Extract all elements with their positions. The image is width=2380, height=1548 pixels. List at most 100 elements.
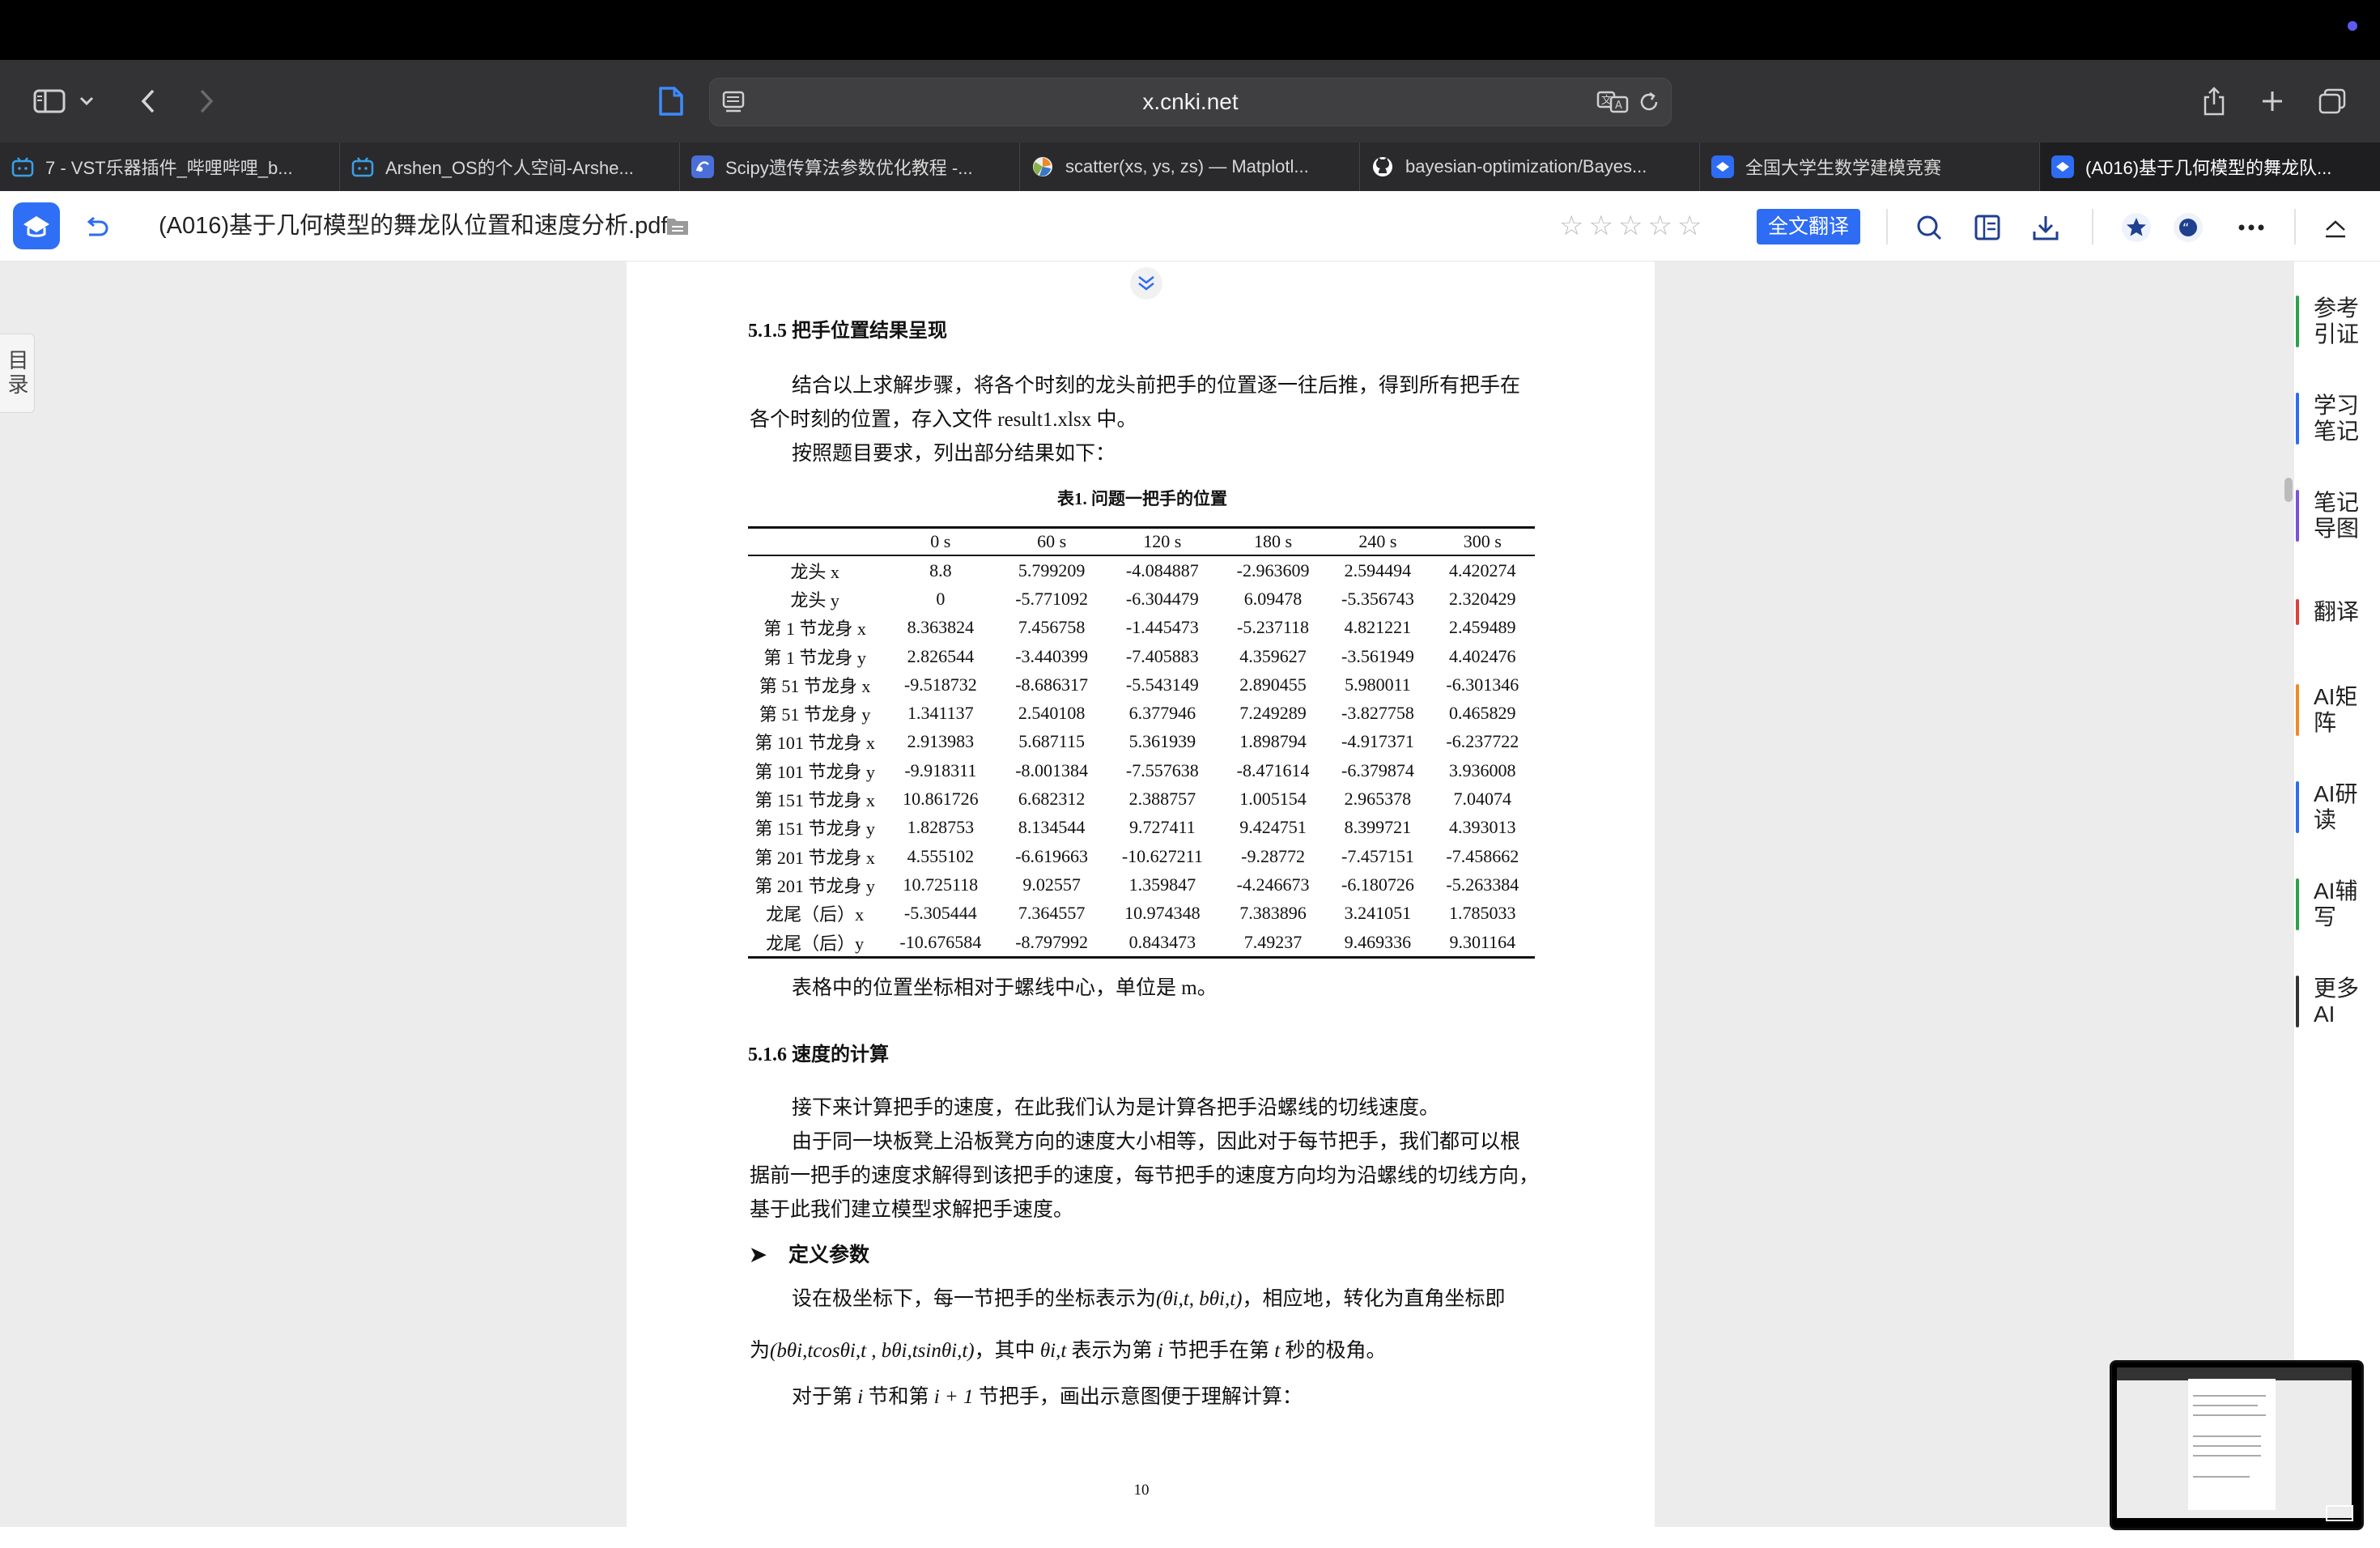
new-tab-icon[interactable] [2254, 83, 2291, 120]
table-cell: -9.28772 [1241, 845, 1305, 866]
sidebar-item[interactable]: AI辅写 [2296, 878, 2377, 930]
sidebar-item[interactable]: AI矩阵 [2296, 684, 2377, 736]
sidebar-item-accent [2296, 976, 2299, 1027]
sidebar-item[interactable]: 笔记导图 [2296, 490, 2377, 542]
tab-bayesian[interactable]: bayesian-optimization/Bayes... [1360, 142, 1700, 191]
table-cell: 6.09478 [1243, 588, 1303, 609]
search-icon[interactable] [1910, 209, 1948, 246]
thumbnail-line [2193, 1445, 2261, 1447]
sidebar-item[interactable]: 参考引证 [2296, 296, 2377, 347]
cnki-logo[interactable] [13, 202, 60, 249]
table-cell: 1.341137 [907, 703, 974, 724]
table-cell: -3.827758 [1341, 703, 1414, 724]
more-icon[interactable] [2233, 209, 2270, 246]
star-icon[interactable]: ☆ [1677, 211, 1702, 241]
table-cell: 1.898794 [1239, 731, 1307, 752]
table-cell: -4.917371 [1341, 731, 1414, 752]
translate-page-icon[interactable]: 文A [1596, 90, 1629, 118]
table-header-cell: 300 s [1430, 527, 1535, 556]
section-heading: 5.1.5 把手位置结果呈现 [748, 321, 947, 342]
undo-icon[interactable] [78, 209, 115, 246]
table-cell: 7.364557 [1018, 903, 1086, 924]
table-cell: 7.249289 [1239, 703, 1307, 724]
tab-scipy[interactable]: Scipy遗传算法参数优化教程 -... [680, 142, 1020, 191]
page-thumbnail-preview[interactable] [2110, 1360, 2364, 1530]
table-cell: 4.821221 [1344, 617, 1412, 638]
github-icon [1371, 155, 1394, 178]
sidebar-item-label: 笔记导图 [2314, 490, 2360, 541]
table-cell: 8.399721 [1344, 817, 1412, 838]
table-cell: 8.363824 [907, 617, 975, 638]
bullet-text: 定义参数 [788, 1244, 870, 1266]
text-run: 节把手在第 [1168, 1340, 1270, 1362]
table-row: 第 1 节龙身 y 2.826544 -3.440399 -7.405883 4.359… [748, 642, 1535, 670]
star-icon[interactable]: ☆ [1559, 211, 1583, 241]
table-cell: 2.388757 [1128, 789, 1196, 810]
share-icon[interactable] [2195, 83, 2233, 120]
arrow-bullet-icon: ➤ [750, 1244, 767, 1266]
svg-text:“: “ [2182, 220, 2189, 236]
table-cell: -10.676584 [882, 927, 1000, 959]
table-cell: 2.594494 [1344, 559, 1412, 580]
chevron-up-icon[interactable] [2317, 209, 2354, 246]
tab-vst[interactable]: 7 - VST乐器插件_哔哩哔哩_b... [0, 142, 340, 191]
scipy-icon [691, 155, 714, 178]
math-expression: (bθi,tcosθi,t , bθi,tsinθi,t) [770, 1340, 975, 1362]
folder-icon[interactable] [665, 215, 690, 236]
forward-arrow-icon[interactable] [188, 83, 225, 120]
sidebar-item[interactable]: AI研读 [2296, 781, 2377, 833]
outline-icon[interactable] [1969, 209, 2006, 246]
sidebar-item[interactable]: 学习笔记 [2296, 393, 2377, 444]
reload-icon[interactable] [1637, 90, 1661, 118]
chevron-down-icon[interactable] [74, 83, 99, 120]
math-expression: θi,t [1039, 1340, 1067, 1362]
star-icon[interactable]: ☆ [1618, 211, 1643, 241]
table-cell: -6.304479 [1125, 588, 1199, 609]
sidebar-item[interactable]: 更多AI [2296, 976, 2377, 1027]
sidebar-item-accent [2296, 490, 2299, 542]
back-arrow-icon[interactable] [130, 83, 167, 120]
quote-icon[interactable]: “ [2170, 209, 2207, 246]
table-cell: -6.379874 [1341, 759, 1414, 780]
row-label-cell: 龙尾（后）y [748, 927, 882, 959]
full-translate-button[interactable]: 全文翻译 [1757, 209, 1860, 245]
divider [2092, 209, 2093, 245]
bullet-heading: ➤ 定义参数 [750, 1239, 869, 1268]
rating-stars[interactable]: ☆ ☆ ☆ ☆ ☆ [1559, 211, 1702, 241]
text-run: 表示为第 [1071, 1340, 1153, 1362]
paragraph: 对于第 i 节和第 i + 1 节把手，画出示意图便于理解计算： [750, 1380, 1543, 1414]
row-label-cell: 第 151 节龙身 x [754, 790, 875, 811]
collapse-header-icon[interactable] [1130, 267, 1162, 300]
tab-math-modeling[interactable]: 全国大学生数学建模竞赛 [1700, 142, 2040, 191]
tab-matplotlib[interactable]: scatter(xs, ys, zs) — Matplotl... [1020, 142, 1360, 191]
cnki-icon [1711, 155, 1734, 178]
thumbnail-expand-icon[interactable] [2326, 1505, 2353, 1521]
table-row: 第 151 节龙身 x 10.861726 6.682312 2.388757 1.00… [748, 785, 1535, 813]
table-cell: 8.134544 [1018, 817, 1086, 838]
paragraph: 结合以上求解步骤，将各个时刻的龙头前把手的位置逐一往后推，得到所有把手在 各个时… [750, 369, 1543, 471]
table-cell: -6.301346 [1446, 674, 1519, 695]
table-cell: 2.826544 [907, 645, 975, 666]
table-cell: -9.918311 [904, 759, 977, 780]
star-icon[interactable]: ☆ [1588, 211, 1613, 241]
address-bar[interactable]: x.cnki.net 文A [709, 78, 1672, 126]
sidebar-toggle-icon[interactable] [31, 83, 68, 120]
tab-label: Arshen_OS的个人空间-Arshe... [385, 158, 634, 178]
toc-toggle[interactable]: 目录 [0, 334, 35, 413]
text-run: 对于第 [792, 1386, 853, 1408]
svg-text:A: A [1615, 100, 1622, 112]
download-icon[interactable] [2027, 209, 2064, 246]
tab-overview-icon[interactable] [2314, 83, 2351, 120]
table-cell: 9.469336 [1325, 927, 1430, 959]
star-icon[interactable]: ☆ [1647, 211, 1672, 241]
tab-arshen[interactable]: Arshen_OS的个人空间-Arshe... [340, 142, 680, 191]
table-cell: -3.561949 [1341, 645, 1414, 666]
table-row: 龙尾（后）x -5.305444 7.364557 10.974348 7.383896… [748, 899, 1535, 928]
table-cell: 0 [936, 588, 946, 609]
scrollbar[interactable] [2284, 478, 2293, 502]
text-run: 设在极坐标下，每一节把手的坐标表示为 [792, 1288, 1157, 1310]
sidebar-item[interactable]: 翻译 [2296, 599, 2377, 625]
tab-active-pdf[interactable]: (A016)基于几何模型的舞龙队... [2040, 142, 2380, 191]
favorite-star-icon[interactable] [2118, 209, 2155, 246]
table-cell: -1.445473 [1125, 617, 1199, 638]
